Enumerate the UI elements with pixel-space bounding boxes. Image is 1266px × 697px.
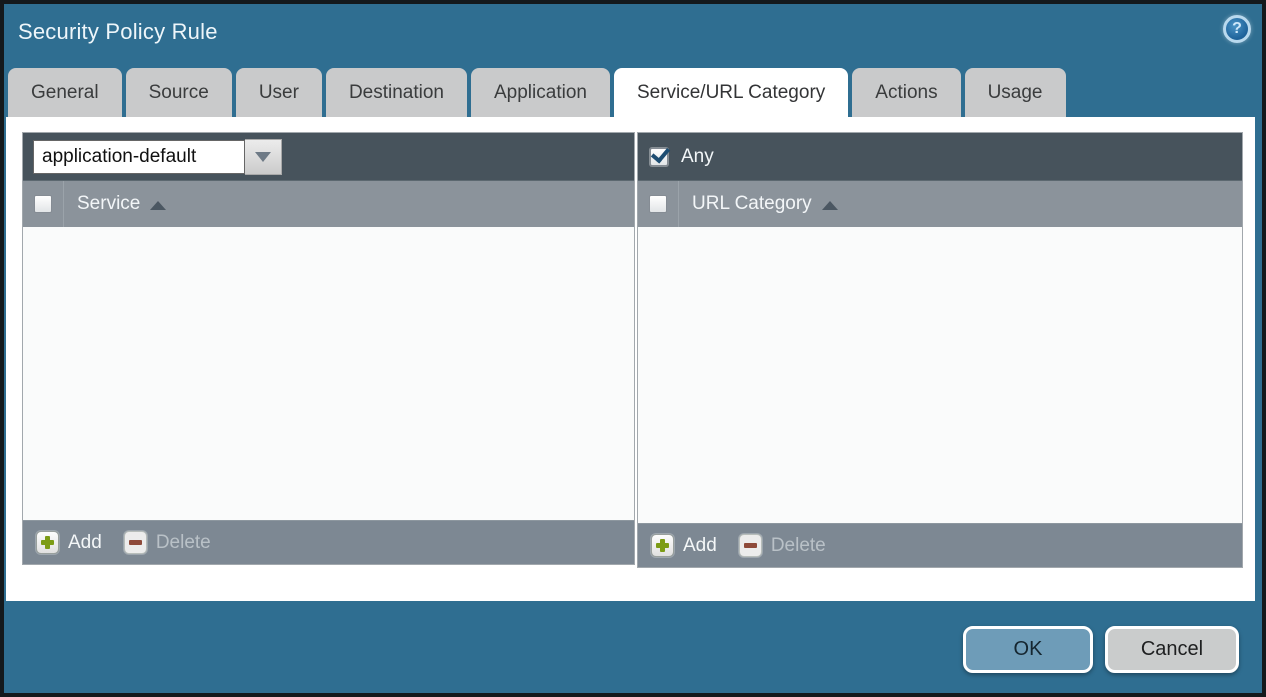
tab-destination[interactable]: Destination [326, 68, 467, 118]
url-category-column-header-row: URL Category [638, 181, 1242, 227]
service-delete-button[interactable]: Delete [124, 531, 211, 554]
chevron-down-icon [255, 152, 271, 162]
service-type-input[interactable] [33, 140, 245, 174]
tab-user[interactable]: User [236, 68, 322, 118]
any-checkbox[interactable] [650, 148, 668, 166]
dialog-title: Security Policy Rule [18, 19, 218, 45]
service-type-dropdown-button[interactable] [245, 139, 282, 175]
ok-button[interactable]: OK [963, 626, 1093, 673]
service-type-combobox [33, 139, 282, 175]
url-category-list[interactable] [638, 227, 1242, 523]
url-category-footer: Add Delete [638, 523, 1242, 567]
service-list[interactable] [23, 227, 634, 520]
url-category-select-all-cell [638, 181, 679, 227]
plus-icon [651, 534, 674, 557]
sort-ascending-icon [822, 201, 838, 210]
tab-application[interactable]: Application [471, 68, 610, 118]
service-column-header-row: Service [23, 181, 634, 227]
minus-icon [739, 534, 762, 557]
url-category-toolbar: Any [638, 133, 1242, 181]
service-select-all-checkbox[interactable] [34, 195, 52, 213]
tab-bar: General Source User Destination Applicat… [8, 68, 1066, 118]
service-footer: Add Delete [23, 520, 634, 564]
security-policy-rule-dialog: Security Policy Rule General Source User… [0, 0, 1266, 697]
url-category-select-all-checkbox[interactable] [649, 195, 667, 213]
service-toolbar [23, 133, 634, 181]
url-category-add-button[interactable]: Add [651, 534, 717, 557]
any-row: Any [648, 146, 714, 168]
any-label: Any [681, 146, 714, 168]
tab-source[interactable]: Source [126, 68, 232, 118]
url-category-column-header[interactable]: URL Category [692, 193, 812, 215]
plus-icon [36, 531, 59, 554]
service-panel: Service Add Delete [22, 132, 635, 565]
url-category-panel: Any URL Category Add [637, 132, 1243, 568]
service-column-header[interactable]: Service [77, 193, 140, 215]
sort-ascending-icon [150, 201, 166, 210]
tab-content-area: Service Add Delete [6, 117, 1255, 601]
service-select-all-cell [23, 181, 64, 227]
tab-general[interactable]: General [8, 68, 122, 118]
help-icon[interactable] [1223, 15, 1251, 43]
url-category-delete-button[interactable]: Delete [739, 534, 826, 557]
service-add-button[interactable]: Add [36, 531, 102, 554]
tab-service-url-category[interactable]: Service/URL Category [614, 68, 848, 118]
tab-usage[interactable]: Usage [965, 68, 1066, 118]
tab-actions[interactable]: Actions [852, 68, 960, 118]
cancel-button[interactable]: Cancel [1105, 626, 1239, 673]
minus-icon [124, 531, 147, 554]
